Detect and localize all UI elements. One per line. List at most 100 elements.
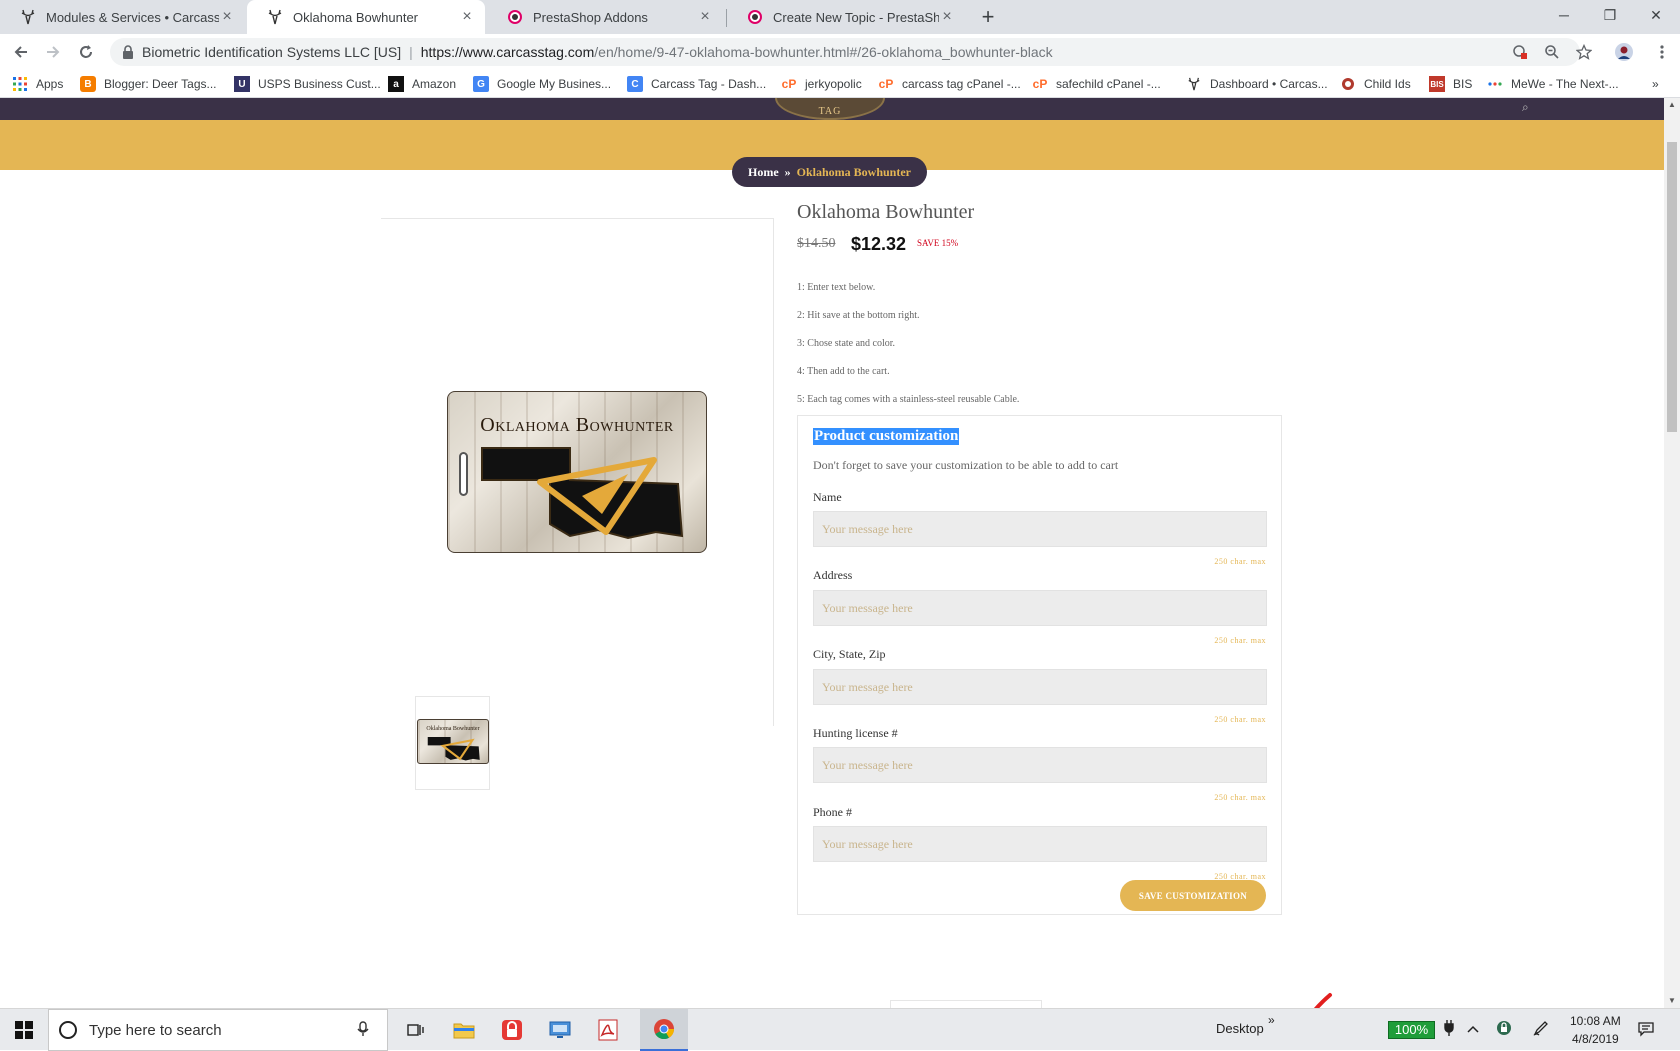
bookmark-amazon[interactable]: a Amazon <box>388 75 456 93</box>
deer-icon <box>20 9 36 25</box>
power-plug-icon[interactable] <box>1444 1020 1454 1039</box>
bookmark-child-ids[interactable]: Child Ids <box>1340 75 1411 93</box>
tab-modules-services[interactable]: Modules & Services • Carcass Tag × <box>0 0 245 34</box>
header-search-icon[interactable]: ⌕ <box>1522 100 1538 116</box>
address-bar[interactable]: Biometric Identification Systems LLC [US… <box>110 38 1580 66</box>
secure-vpn-icon[interactable] <box>1496 1020 1512 1039</box>
bookmark-carcass-tag-cpanel[interactable]: cP carcass tag cPanel -... <box>878 75 1021 93</box>
battery-meter[interactable]: 100% <box>1388 1021 1435 1039</box>
action-center-icon[interactable] <box>1638 1021 1654 1040</box>
bookmark-safechild-cpanel[interactable]: cP safechild cPanel -... <box>1032 75 1161 93</box>
show-hidden-icons-chevron-icon[interactable] <box>1467 1020 1479 1036</box>
reload-icon[interactable] <box>74 40 98 64</box>
blogger-icon: B <box>80 76 96 92</box>
phone-field[interactable] <box>813 826 1267 862</box>
breadcrumb-home-link[interactable]: Home <box>748 165 779 180</box>
bookmark-label: safechild cPanel -... <box>1056 77 1161 91</box>
omnibox-divider: | <box>409 44 413 60</box>
minimize-button[interactable]: ─ <box>1541 0 1587 30</box>
bookmark-label: carcass tag cPanel -... <box>902 77 1021 91</box>
desktop-toolbar-label[interactable]: Desktop <box>1216 1021 1264 1036</box>
scroll-up-arrow-icon[interactable]: ▲ <box>1664 98 1680 112</box>
address-char-limit: 250 char. max <box>1214 636 1266 645</box>
restore-button[interactable]: ❐ <box>1587 0 1633 30</box>
tab-close-icon[interactable]: × <box>219 9 235 25</box>
url-path: /en/home/9-47-oklahoma-bowhunter.html#/2… <box>594 44 1053 60</box>
close-window-button[interactable]: ✕ <box>1633 0 1679 30</box>
save-customization-button[interactable]: SAVE CUSTOMIZATION <box>1120 880 1266 911</box>
bookmark-mewe[interactable]: MeWe - The Next-... <box>1487 75 1619 93</box>
remote-desktop-icon[interactable] <box>536 1009 584 1051</box>
forward-arrow-icon[interactable] <box>41 40 65 64</box>
tab-close-icon[interactable]: × <box>697 9 713 25</box>
site-header: TAG ⌕ <box>0 98 1664 120</box>
thumbnail-graphic <box>427 737 480 761</box>
city-state-zip-field[interactable] <box>813 669 1267 705</box>
bis-icon: BIS <box>1429 76 1445 92</box>
pen-ink-icon[interactable] <box>1533 1020 1549 1039</box>
microphone-icon[interactable] <box>357 1020 373 1040</box>
browser-toolbar: Biometric Identification Systems LLC [US… <box>0 34 1680 70</box>
bookmark-bis[interactable]: BIS BIS <box>1429 75 1472 93</box>
tab-close-icon[interactable]: × <box>939 9 955 25</box>
bookmark-usps[interactable]: U USPS Business Cust... <box>234 75 381 93</box>
page-scrollbar[interactable]: ▲ ▼ <box>1664 98 1680 1008</box>
taskbar-search-placeholder: Type here to search <box>89 1021 222 1039</box>
profile-avatar-icon[interactable] <box>1612 40 1636 64</box>
scroll-thumb[interactable] <box>1667 142 1677 432</box>
bookmark-google-my-business[interactable]: G Google My Busines... <box>473 75 611 93</box>
new-tab-button[interactable]: + <box>976 6 1000 30</box>
address-field[interactable] <box>813 590 1267 626</box>
back-arrow-icon[interactable] <box>9 40 33 64</box>
bookmark-blogger[interactable]: B Blogger: Deer Tags... <box>80 75 217 93</box>
bookmark-label: Carcass Tag - Dash... <box>651 77 767 91</box>
bookmark-label: Blogger: Deer Tags... <box>104 77 217 91</box>
lock-icon[interactable] <box>122 45 134 59</box>
name-char-limit: 250 char. max <box>1214 557 1266 566</box>
apps-grid-icon <box>12 76 28 92</box>
variant-select[interactable] <box>890 1000 1042 1008</box>
red-arrow-annotation <box>1313 993 1332 1008</box>
instruction-line: 5: Each tag comes with a stainless-steel… <box>797 394 1020 405</box>
security-app-icon[interactable] <box>488 1009 536 1051</box>
thumbnail-title: Oklahoma Bowhunter <box>426 726 480 732</box>
taskbar-search-box[interactable]: Type here to search <box>48 1009 388 1051</box>
translate-blocked-icon[interactable] <box>1508 40 1532 64</box>
bookmark-carcass-tag-dash[interactable]: C Carcass Tag - Dash... <box>627 75 766 93</box>
name-field[interactable] <box>813 511 1267 547</box>
clock-time[interactable]: 10:08 AM <box>1570 1014 1621 1028</box>
product-main-image[interactable]: Oklahoma Bowhunter <box>447 391 707 553</box>
instruction-line: 3: Chose state and color. <box>797 338 896 349</box>
bookmark-jerkyopolic[interactable]: cP jerkyopolic <box>781 75 862 93</box>
bookmark-star-icon[interactable] <box>1572 40 1596 64</box>
site-logo[interactable]: TAG <box>775 98 885 120</box>
tab-create-new-topic[interactable]: Create New Topic - PrestaShop F × <box>727 0 965 34</box>
url-host: https://www.carcasstag.com <box>420 44 595 60</box>
file-explorer-icon[interactable] <box>440 1009 488 1051</box>
cpanel-icon: cP <box>781 77 797 91</box>
product-thumbnail[interactable]: Oklahoma Bowhunter <box>415 696 490 790</box>
customization-title: Product customization <box>813 428 960 445</box>
clock-date[interactable]: 4/8/2019 <box>1572 1032 1619 1046</box>
logo-text: TAG <box>818 106 842 117</box>
hunting-license-field[interactable] <box>813 747 1267 783</box>
instruction-line: 2: Hit save at the bottom right. <box>797 310 920 321</box>
zoom-icon[interactable] <box>1540 40 1564 64</box>
city-state-zip-label: City, State, Zip <box>813 647 886 661</box>
chrome-taskbar-icon[interactable] <box>640 1009 688 1051</box>
bookmarks-overflow-button[interactable]: » <box>1652 75 1659 93</box>
tab-close-icon[interactable]: × <box>459 9 475 25</box>
task-view-icon[interactable] <box>392 1009 440 1051</box>
tab-oklahoma-bowhunter[interactable]: Oklahoma Bowhunter × <box>247 0 485 34</box>
start-button[interactable] <box>0 1009 48 1051</box>
bookmark-dashboard-carcass[interactable]: Dashboard • Carcas... <box>1186 75 1328 93</box>
acrobat-reader-icon[interactable] <box>584 1009 632 1051</box>
breadcrumb-separator: » <box>784 164 791 179</box>
bookmark-apps[interactable]: Apps <box>12 75 63 93</box>
desktop-toolbar-chevron[interactable]: » <box>1268 1013 1275 1027</box>
chrome-menu-icon[interactable] <box>1650 40 1674 64</box>
carcass-tag-icon: C <box>627 76 643 92</box>
bookmark-label: BIS <box>1453 77 1473 91</box>
scroll-down-arrow-icon[interactable]: ▼ <box>1664 994 1680 1008</box>
tab-prestashop-addons[interactable]: PrestaShop Addons × <box>487 0 723 34</box>
